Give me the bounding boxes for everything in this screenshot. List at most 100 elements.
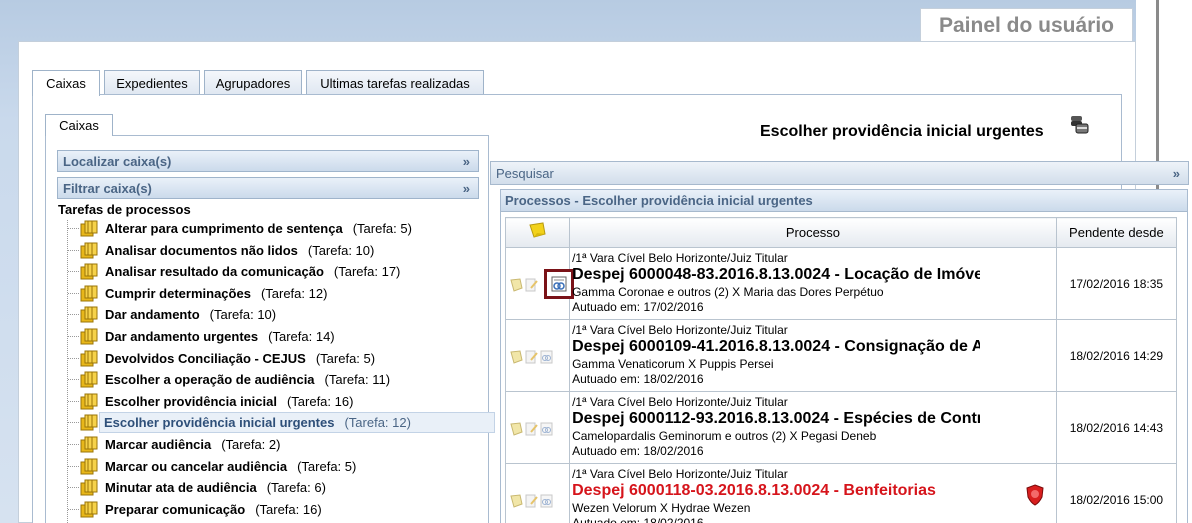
folder-box-icon xyxy=(80,328,99,345)
tree-item-count: (Tarefa: 11) xyxy=(324,372,391,387)
link-icon[interactable] xyxy=(540,350,553,364)
database-icon[interactable] xyxy=(1068,114,1090,136)
header-icon-cell xyxy=(504,217,571,248)
folder-box-icon xyxy=(80,501,99,518)
tree-item-label: Cumprir determinações xyxy=(105,286,251,301)
note-icon[interactable] xyxy=(510,278,523,292)
tree-item[interactable]: Minutar ata de audiência (Tarefa: 6) xyxy=(80,477,326,498)
processo-cell[interactable]: /1ª Vara Cível Belo Horizonte/Juiz Titul… xyxy=(569,463,1057,523)
tree-item-count: (Tarefa: 16) xyxy=(255,502,322,517)
processo-link[interactable]: Despej 6000109-41.2016.8.13.0024 - Consi… xyxy=(571,338,980,356)
tree-connector-tick xyxy=(68,379,79,380)
orgao-julgador: /1ª Vara Cível Belo Horizonte/Juiz Titul… xyxy=(572,467,788,481)
tree-connector-tick xyxy=(68,509,79,510)
urgent-shield-icon xyxy=(1026,484,1044,506)
tree-connector-tick xyxy=(68,336,79,337)
tab-expedientes[interactable]: Expedientes xyxy=(104,70,200,95)
tree-connector-tick xyxy=(68,293,79,294)
tree-item-label: Marcar audiência xyxy=(105,437,212,452)
folder-box-icon xyxy=(80,414,99,434)
tree-item[interactable]: Preparar comunicação (Tarefa: 16) xyxy=(80,499,322,520)
document-edit-icon[interactable] xyxy=(525,350,538,364)
processo-cell[interactable]: /1ª Vara Cível Belo Horizonte/Juiz Titul… xyxy=(569,247,1057,320)
tree-item-label: Dar andamento xyxy=(105,307,200,322)
tab-caixas[interactable]: Caixas xyxy=(32,70,100,96)
expand-chevron-icon[interactable]: » xyxy=(463,154,470,169)
tab-agrupadores[interactable]: Agrupadores xyxy=(204,70,302,95)
processo-link[interactable]: Despej 6000112-93.2016.8.13.0024 - Espéc… xyxy=(571,410,980,428)
pesquisar-bar[interactable]: Pesquisar » xyxy=(490,161,1189,185)
processo-cell[interactable]: /1ª Vara Cível Belo Horizonte/Juiz Titul… xyxy=(569,319,1057,392)
tree-item[interactable]: Analisar documentos não lidos (Tarefa: 10… xyxy=(80,240,374,261)
expand-chevron-icon[interactable]: » xyxy=(1173,166,1180,181)
tree-item-label: Escolher providência inicial xyxy=(105,394,277,409)
processo-partes: Wezen Velorum X Hydrae Wezen xyxy=(572,501,751,515)
processo-link[interactable]: Despej 6000048-83.2016.8.13.0024 - Locaç… xyxy=(571,266,980,284)
filtrar-caixa-bar[interactable]: Filtrar caixa(s) » xyxy=(57,177,479,199)
tree-item-count: (Tarefa: 5) xyxy=(315,351,376,366)
tree-item[interactable]: Marcar audiência (Tarefa: 2) xyxy=(80,434,280,455)
document-edit-icon[interactable] xyxy=(525,494,538,508)
orgao-julgador: /1ª Vara Cível Belo Horizonte/Juiz Titul… xyxy=(572,251,788,265)
folder-box-icon xyxy=(80,306,99,323)
tree-item[interactable]: Escolher providência inicial urgentes (Ta… xyxy=(99,412,495,433)
tree-connector-tick xyxy=(68,466,79,467)
pendente-desde-cell: 18/02/2016 14:43 xyxy=(1055,391,1178,464)
tree-item[interactable]: Devolvidos Conciliação - CEJUS (Tarefa: 5… xyxy=(80,348,375,369)
localizar-caixa-bar[interactable]: Localizar caixa(s) » xyxy=(57,150,479,172)
column-header-processo[interactable]: Processo xyxy=(569,217,1057,248)
link-icon[interactable] xyxy=(540,494,553,508)
document-edit-icon[interactable] xyxy=(525,422,538,436)
processos-panel-title: Processos - Escolher providência inicial… xyxy=(501,190,1187,212)
note-icon[interactable] xyxy=(510,494,523,508)
orgao-julgador: /1ª Vara Cível Belo Horizonte/Juiz Titul… xyxy=(572,323,788,337)
table-row[interactable]: /1ª Vara Cível Belo Horizonte/Juiz Titul… xyxy=(504,319,1178,392)
tree-item[interactable]: Dar andamento urgentes (Tarefa: 14) xyxy=(80,326,335,347)
folder-box-icon xyxy=(80,220,99,237)
processo-cell[interactable]: /1ª Vara Cível Belo Horizonte/Juiz Titul… xyxy=(569,391,1057,464)
processo-partes: Gamma Coronae e outros (2) X Maria das D… xyxy=(572,285,884,299)
tree-item[interactable]: Escolher a operação de audiência (Tarefa:… xyxy=(80,369,390,390)
column-header-pendente[interactable]: Pendente desde xyxy=(1055,217,1178,248)
note-icon[interactable] xyxy=(510,422,523,436)
tree-connector-tick xyxy=(68,314,79,315)
pendente-desde-cell: 18/02/2016 15:00 xyxy=(1055,463,1178,523)
tree-connector-tick xyxy=(68,250,79,251)
tree-item[interactable]: Alterar para cumprimento de sentença (Tar… xyxy=(80,218,412,239)
tree-item[interactable]: Marcar ou cancelar audiência (Tarefa: 5) xyxy=(80,456,356,477)
localizar-caixa-label: Localizar caixa(s) xyxy=(63,153,172,169)
tree-item[interactable]: Analisar resultado da comunicação (Tarefa… xyxy=(80,261,400,282)
folder-box-icon xyxy=(80,350,99,367)
row-icons-cell xyxy=(504,247,574,320)
tree-item-count: (Tarefa: 10) xyxy=(209,307,277,322)
note-icon[interactable] xyxy=(510,350,523,364)
processo-partes: Gamma Venaticorum X Puppis Persei xyxy=(572,357,774,371)
tree-item-label: Analisar documentos não lidos xyxy=(105,243,298,258)
tree-item[interactable]: Dar andamento (Tarefa: 10) xyxy=(80,304,276,325)
folder-box-icon xyxy=(80,285,99,302)
tree-connector-tick xyxy=(68,271,79,272)
folder-box-icon xyxy=(80,263,99,280)
processo-autuado: Autuado em: 17/02/2016 xyxy=(572,300,704,314)
orgao-julgador: /1ª Vara Cível Belo Horizonte/Juiz Titul… xyxy=(572,395,788,409)
tree-connector-tick xyxy=(68,487,79,488)
row-icons-cell xyxy=(504,391,571,464)
document-edit-icon[interactable] xyxy=(525,278,538,292)
inner-tab-caixas[interactable]: Caixas xyxy=(45,114,113,136)
table-row[interactable]: /1ª Vara Cível Belo Horizonte/Juiz Titul… xyxy=(504,463,1178,523)
tree-item[interactable]: Escolher providência inicial (Tarefa: 16) xyxy=(80,391,353,412)
table-row[interactable]: /1ª Vara Cível Belo Horizonte/Juiz Titul… xyxy=(504,247,1178,320)
table-row[interactable]: /1ª Vara Cível Belo Horizonte/Juiz Titul… xyxy=(504,391,1178,464)
tab-ultimas-tarefas[interactable]: Ultimas tarefas realizadas xyxy=(306,70,484,95)
pesquisar-label: Pesquisar xyxy=(496,165,554,181)
processo-link[interactable]: Despej 6000118-03.2016.8.13.0024 - Benfe… xyxy=(571,482,981,500)
expand-chevron-icon[interactable]: » xyxy=(463,181,470,196)
tree-item-count: (Tarefa: 6) xyxy=(266,480,326,495)
tree-item-label: Marcar ou cancelar audiência xyxy=(105,459,288,474)
processos-table: Processo Pendente desde /1ª Vara Cível B… xyxy=(504,217,1178,523)
link-icon[interactable] xyxy=(540,422,553,436)
tree-item-label: Minutar ata de audiência xyxy=(105,480,257,495)
note-icon[interactable] xyxy=(528,222,548,240)
panel-title: Painel do usuário xyxy=(920,8,1133,42)
tree-item[interactable]: Cumprir determinações (Tarefa: 12) xyxy=(80,283,327,304)
